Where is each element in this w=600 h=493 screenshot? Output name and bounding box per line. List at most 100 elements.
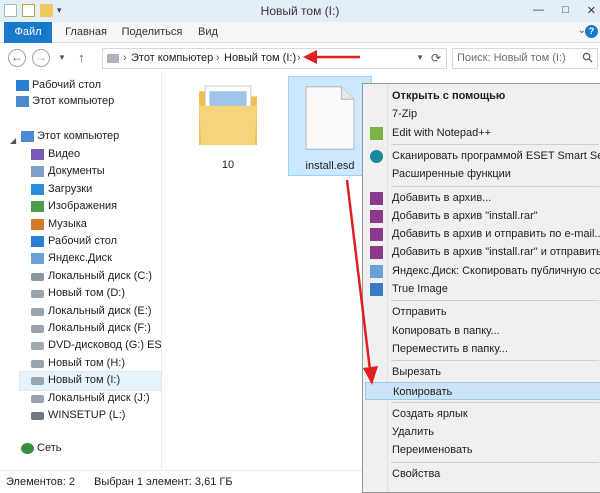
usb-drive-icon: [31, 412, 44, 420]
collapse-icon[interactable]: ◢: [10, 132, 16, 146]
search-placeholder: Поиск: Новый том (I:): [457, 52, 566, 64]
sidebar-item-0[interactable]: Видео: [20, 146, 161, 164]
menu-item-14[interactable]: Отправить: [365, 303, 600, 321]
true-image-icon: [370, 283, 383, 296]
desktop-folder-icon: [31, 236, 44, 247]
maximize-button[interactable]: □: [562, 4, 569, 16]
sidebar-item-network[interactable]: Сеть: [0, 440, 141, 458]
close-button[interactable]: ✕: [587, 4, 596, 17]
menu-separator: [391, 300, 599, 302]
sidebar-group-this-pc[interactable]: ◢ Этот компьютер: [0, 128, 141, 146]
address-dropdown-icon[interactable]: ▼: [416, 53, 424, 62]
folder-icon: [199, 85, 257, 145]
sidebar-item-this-pc-fav[interactable]: Этот компьютер: [0, 93, 141, 111]
breadcrumb-computer[interactable]: Этот компьютер: [131, 52, 213, 64]
sidebar-item-2[interactable]: Загрузки: [20, 181, 161, 199]
computer-icon: [21, 131, 34, 142]
menu-item-21[interactable]: Создать ярлык: [365, 405, 600, 423]
menu-item-4[interactable]: Сканировать программой ESET Smart Securi…: [365, 147, 600, 165]
winrar-icon: [370, 209, 383, 223]
sidebar-item-5[interactable]: Рабочий стол: [20, 233, 161, 251]
file-name: 10: [221, 159, 235, 171]
menu-item-15[interactable]: Копировать в папку...: [365, 322, 600, 340]
search-icon: [582, 52, 593, 63]
computer-icon: [16, 96, 29, 107]
recent-locations-icon[interactable]: ▼: [58, 53, 66, 62]
breadcrumb-separator: ›: [123, 52, 127, 64]
menu-item-11[interactable]: Яндекс.Диск: Скопировать публичную ссылк…: [365, 262, 600, 280]
menu-separator: [391, 461, 599, 463]
sidebar-item-6[interactable]: Яндекс.Диск: [20, 250, 161, 268]
sidebar-item-14[interactable]: Локальный диск (J:): [20, 390, 161, 408]
menu-item-7[interactable]: Добавить в архив...: [365, 189, 600, 207]
winrar-icon: [370, 228, 383, 242]
menu-item-12[interactable]: True Image: [365, 280, 600, 298]
menu-separator: [391, 401, 599, 403]
menu-separator: [391, 185, 599, 187]
sidebar-item-7[interactable]: Локальный диск (C:): [20, 268, 161, 286]
downloads-folder-icon: [31, 183, 44, 195]
back-button[interactable]: ←: [8, 49, 26, 67]
tab-file[interactable]: Файл: [4, 22, 52, 43]
system-drive-icon: [31, 272, 44, 281]
sidebar-item-3[interactable]: Изображения: [20, 198, 161, 216]
up-button[interactable]: ↑: [78, 50, 85, 65]
sidebar-item-10[interactable]: Локальный диск (F:): [20, 320, 161, 338]
title-bar: ▾ Новый том (I:) — □ ✕: [0, 0, 600, 22]
drive-icon: [31, 359, 44, 368]
sidebar-item-1[interactable]: Документы: [20, 163, 161, 181]
documents-folder-icon: [31, 166, 44, 178]
sidebar-item-15[interactable]: WINSETUP (L:): [20, 407, 161, 425]
desktop-icon: [16, 80, 29, 91]
sidebar-item-4[interactable]: Музыка: [20, 216, 161, 234]
winrar-icon: [370, 191, 383, 205]
explorer-window: ▾ Новый том (I:) — □ ✕ Файл Главная Поде…: [0, 0, 600, 493]
yandex-disk-icon: [370, 264, 383, 278]
window-title: Новый том (I:): [260, 4, 340, 18]
drive-icon: [31, 377, 44, 386]
help-icon[interactable]: ?: [585, 25, 598, 38]
menu-item-16[interactable]: Переместить в папку...: [365, 340, 600, 358]
sidebar-item-12[interactable]: Новый том (H:): [20, 355, 161, 373]
minimize-button[interactable]: —: [533, 4, 544, 16]
file-item-install-esd[interactable]: install.esd: [288, 76, 372, 176]
music-folder-icon: [31, 218, 44, 230]
selection-info: Выбран 1 элемент: 3,61 ГБ: [94, 476, 233, 488]
video-folder-icon: [31, 149, 44, 160]
yandex-disk-icon: [31, 253, 44, 265]
dvd-drive-icon: [31, 342, 44, 351]
menu-item-18[interactable]: Вырезать: [365, 363, 600, 381]
menu-item-9[interactable]: Добавить в архив и отправить по e-mail..…: [365, 225, 600, 243]
menu-item-23[interactable]: Переименовать: [365, 441, 600, 459]
sidebar-item-11[interactable]: DVD-дисковод (G:) ESD-: [20, 337, 161, 355]
winrar-icon: [370, 246, 383, 260]
menu-item-8[interactable]: Добавить в архив "install.rar": [365, 207, 600, 225]
sidebar-item-13[interactable]: Новый том (I:): [19, 371, 162, 392]
folder-item-10[interactable]: 10: [183, 75, 273, 175]
search-input[interactable]: Поиск: Новый том (I:): [452, 48, 598, 69]
drive-icon: [31, 307, 44, 316]
context-menu: Открыть с помощью 7-Zip Edit with Notepad+…: [362, 83, 600, 493]
menu-item-10[interactable]: Добавить в архив "install.rar" и отправи…: [365, 243, 600, 261]
menu-item-25[interactable]: Свойства: [365, 465, 600, 483]
sidebar-item-9[interactable]: Локальный диск (E:): [20, 303, 161, 321]
drive-breadcrumb-icon: [107, 54, 119, 63]
address-bar[interactable]: › Этот компьютер › Новый том (I:) › ▼ ⟳: [102, 48, 447, 69]
tab-share[interactable]: Поделиться: [118, 22, 186, 43]
navigation-pane: Рабочий стол Этот компьютер ◢ Этот компь…: [0, 73, 162, 470]
network-icon: [21, 443, 34, 454]
tab-view[interactable]: Вид: [190, 22, 226, 43]
tab-home[interactable]: Главная: [60, 22, 112, 43]
menu-item-19[interactable]: Копировать: [365, 381, 600, 400]
breadcrumb-separator: ›: [216, 52, 220, 64]
menu-item-22[interactable]: Удалить: [365, 423, 600, 441]
menu-item-0[interactable]: Открыть с помощью: [365, 87, 600, 105]
sidebar-item-8[interactable]: Новый том (D:): [20, 285, 161, 303]
menu-item-1[interactable]: 7-Zip: [365, 105, 600, 123]
menu-item-2[interactable]: Edit with Notepad++: [365, 124, 600, 142]
breadcrumb-volume[interactable]: Новый том (I:): [224, 52, 296, 64]
menu-separator: [391, 360, 599, 362]
menu-item-5[interactable]: Расширенные функции: [365, 165, 600, 183]
forward-button[interactable]: →: [32, 49, 50, 67]
refresh-icon[interactable]: ⟳: [431, 51, 441, 65]
